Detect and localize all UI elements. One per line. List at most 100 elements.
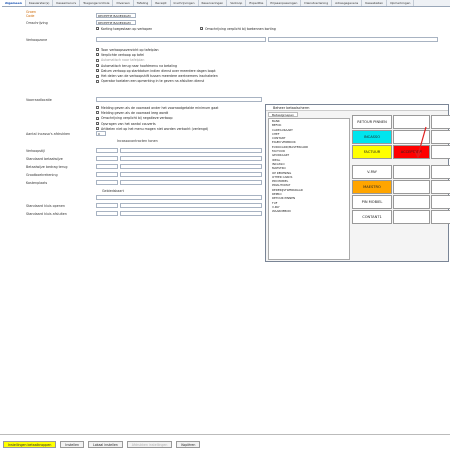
bottom-toolbar: Instellingen betaalknoppen Instellen Lokaa… bbox=[3, 441, 201, 448]
checkbox-label: Automatisch terug naar hoofdmenu na beta… bbox=[101, 63, 178, 68]
checkbox-icon bbox=[96, 111, 99, 115]
tab-1[interactable]: Kassierster(s) bbox=[26, 0, 54, 6]
verkoopzone-field[interactable] bbox=[96, 37, 266, 42]
options1-checkbox-6[interactable]: Operator toelaten een opmerking in te ge… bbox=[96, 79, 218, 84]
checkbox-label: Omschrijving verplicht bij negatieve ver… bbox=[101, 116, 173, 121]
kostenplaats-label: Kostenplaats bbox=[26, 181, 48, 185]
verkoopstijl-field-2[interactable] bbox=[120, 148, 262, 153]
kluis-afsluiten-field-2[interactable] bbox=[120, 211, 262, 216]
omschrijving-field[interactable]: RECEPTIE BADERDAM bbox=[96, 20, 136, 25]
payment-button[interactable] bbox=[431, 115, 450, 129]
betaalwijze-terug-field[interactable] bbox=[96, 164, 118, 169]
betaalwijze-terug-field-2[interactable] bbox=[120, 164, 262, 169]
checkbox-icon: ✓ bbox=[96, 122, 100, 127]
standaard-betaalwijze-field[interactable] bbox=[96, 156, 118, 161]
kluis-afsluiten-field[interactable] bbox=[96, 211, 118, 216]
tab-10[interactable]: Expeditie bbox=[246, 0, 268, 6]
kluis-openen-label: Standaard kluis openen bbox=[26, 204, 66, 208]
tab-0[interactable]: Algemeen bbox=[2, 0, 26, 6]
tab-11[interactable]: Prijsaanpassingen bbox=[267, 0, 302, 6]
payment-list-item[interactable]: WAARDEBON bbox=[269, 209, 349, 213]
payment-button-row: INCASSO bbox=[352, 130, 450, 144]
payment-button[interactable]: PIN MOBIEL bbox=[352, 195, 392, 209]
payment-button[interactable]: V-PAY bbox=[352, 165, 392, 179]
code-field[interactable]: RECEPTIE BADERDAM bbox=[96, 13, 136, 18]
tab-5[interactable]: Tafeling bbox=[134, 0, 153, 6]
payment-list[interactable]: BANK BEFOK CADEAUKAART CHEF CONTANT EIGEN VER… bbox=[268, 118, 350, 260]
aantal-field[interactable]: 0 bbox=[96, 131, 106, 136]
tab-13[interactable]: Adresgegevens bbox=[332, 0, 363, 6]
checkbox-icon: ✓ bbox=[96, 64, 100, 69]
payment-button[interactable]: MAESTRO bbox=[352, 180, 392, 194]
tab-12[interactable]: Dienstverlening bbox=[301, 0, 333, 6]
bottom-button-3[interactable]: Afdrukken instellingen bbox=[126, 441, 173, 448]
payment-button[interactable]: INCASSO bbox=[352, 130, 392, 144]
payment-button[interactable]: CONTANT1 bbox=[352, 210, 392, 224]
options-group-1: Toon verkoopsoverzicht op tafelplan ✓ Verp… bbox=[96, 47, 218, 84]
payment-button[interactable] bbox=[431, 180, 450, 194]
bottom-button-2[interactable]: Lokaal instellen bbox=[88, 441, 123, 448]
checkbox-icon bbox=[96, 127, 99, 131]
tab-9[interactable]: Verkoop bbox=[227, 0, 247, 6]
grootboek-field-2[interactable] bbox=[120, 172, 262, 177]
standaard-betaalwijze-label: Standaard betaalwijze bbox=[26, 157, 63, 161]
payment-button-row: MAESTRO bbox=[352, 180, 450, 194]
options2-checkbox-4[interactable]: Artikelen niet op het menu mogen niet wo… bbox=[96, 126, 218, 131]
options2-checkbox-0[interactable]: Melding geven als de voorraad onder het … bbox=[96, 105, 218, 110]
checkbox-icon bbox=[96, 106, 99, 110]
tab-3[interactable]: Toegangscontrole bbox=[80, 0, 114, 6]
checkbox-label: Melding geven als de voorraad onder het … bbox=[101, 105, 219, 110]
options-group-2: Melding geven als de voorraad onder het … bbox=[96, 105, 218, 131]
panel-title: Beheer betaalscherm bbox=[266, 105, 448, 111]
tab-14[interactable]: Kassaballen bbox=[362, 0, 388, 6]
kostenplaats-field[interactable] bbox=[96, 180, 118, 185]
payment-button[interactable] bbox=[393, 165, 430, 179]
payment-button[interactable] bbox=[431, 145, 450, 159]
payment-button[interactable]: RETOUR PINNEN bbox=[352, 115, 392, 129]
code-label: Code bbox=[26, 14, 35, 18]
omschrijving-label: Omschrijving bbox=[26, 21, 48, 25]
tab-betaalgroepen[interactable]: Betaalgroepen bbox=[268, 112, 298, 117]
tab-6[interactable]: Receipt bbox=[152, 0, 171, 6]
payment-button[interactable] bbox=[393, 210, 430, 224]
checkbox-icon bbox=[96, 58, 99, 62]
tab-7[interactable]: Inschrijvingen bbox=[171, 0, 199, 6]
payment-button[interactable] bbox=[393, 180, 430, 194]
standaard-betaalwijze-field-2[interactable] bbox=[120, 156, 262, 161]
tab-bar: Algemeen Kassierster(s) Kassamenu's Toegang… bbox=[2, 0, 450, 7]
payment-button[interactable] bbox=[431, 210, 450, 224]
verkoopstijl-field[interactable] bbox=[96, 148, 118, 153]
payment-button[interactable] bbox=[431, 195, 450, 209]
options1-checkbox-4[interactable]: ✓ Datum verkoop op startdatum indien dien… bbox=[96, 68, 218, 73]
kluis-openen-field[interactable] bbox=[96, 203, 118, 208]
bottom-button-1[interactable]: Instellen bbox=[60, 441, 84, 448]
payment-button-row: FACTUUR ACCEPTATIE bbox=[352, 145, 450, 159]
kluis-openen-field-2[interactable] bbox=[120, 203, 262, 208]
gebiedskaart-label: Gebiedskaart bbox=[102, 189, 124, 193]
checkbox-label: Melding geven als de voorraad leeg wordt bbox=[101, 110, 169, 115]
kostenplaats-field-2[interactable] bbox=[120, 180, 262, 185]
tab-15[interactable]: Opmerkingen bbox=[387, 0, 415, 6]
omschrijving-verplicht-checkbox[interactable]: ✓ Omschrijving verplicht bij toekennen ko… bbox=[200, 26, 276, 31]
tab-4[interactable]: Diversen bbox=[113, 0, 134, 6]
payment-button[interactable]: FACTUUR bbox=[352, 145, 392, 159]
aantal-label: Aantal incasso's afdrukken bbox=[26, 132, 71, 136]
bottom-button-0[interactable]: Instellingen betaalknoppen bbox=[3, 441, 57, 448]
payment-button[interactable] bbox=[431, 165, 450, 179]
gebiedskaart-field[interactable] bbox=[96, 195, 262, 200]
payment-button[interactable] bbox=[431, 130, 450, 144]
checkbox-label: Opvragen van het aantal couverts bbox=[101, 121, 156, 126]
checkbox-label: Automatisch naar tafelplan bbox=[101, 58, 145, 63]
payment-button-row: V-PAY bbox=[352, 165, 450, 179]
tab-8[interactable]: Reserveringen bbox=[199, 0, 228, 6]
grootboek-field[interactable] bbox=[96, 172, 118, 177]
voorraadlocatie-field[interactable] bbox=[96, 97, 262, 102]
verkoopzone-field-2[interactable] bbox=[268, 37, 438, 42]
bottom-button-4[interactable]: Kopiëren bbox=[176, 441, 201, 448]
checkbox-icon bbox=[96, 79, 99, 83]
checkbox-label: Artikelen niet op het menu mogen niet wo… bbox=[101, 126, 209, 131]
options1-checkbox-5[interactable]: Het delen van de verkoopshift tussen mee… bbox=[96, 73, 218, 78]
payment-button[interactable] bbox=[393, 195, 430, 209]
tab-2[interactable]: Kassamenu's bbox=[53, 0, 81, 6]
korting-checkbox[interactable]: ✓ Korting toegestaan op verkopen bbox=[96, 26, 152, 31]
